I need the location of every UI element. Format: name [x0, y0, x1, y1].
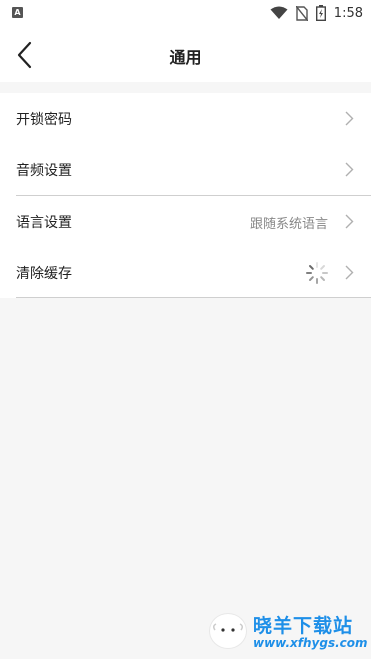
notification-a-icon: A	[12, 7, 23, 18]
watermark-title: 晓羊下载站	[253, 615, 354, 637]
settings-group-1: 开锁密码 音频设置	[0, 93, 371, 196]
sheep-mascot-icon	[209, 613, 247, 649]
unlock-password-label: 开锁密码	[16, 112, 72, 128]
status-bar: A 1:58	[0, 0, 371, 26]
language-settings-row[interactable]: 语言设置 跟随系统语言	[0, 196, 371, 247]
chevron-right-icon	[345, 214, 354, 229]
language-settings-label: 语言设置	[16, 215, 72, 231]
watermark: 晓羊下载站 www.xfhygs.com	[207, 611, 368, 651]
chevron-right-icon	[345, 111, 354, 126]
audio-settings-label: 音频设置	[16, 163, 72, 179]
no-sim-icon	[295, 5, 308, 21]
clear-cache-row[interactable]: 清除缓存	[0, 247, 371, 298]
loading-spinner-icon	[306, 262, 328, 284]
chevron-right-icon	[345, 162, 354, 177]
divider	[16, 297, 371, 298]
unlock-password-row[interactable]: 开锁密码	[0, 93, 371, 144]
watermark-url: www.xfhygs.com	[253, 636, 368, 650]
status-time: 1:58	[333, 5, 363, 21]
audio-settings-row[interactable]: 音频设置	[0, 144, 371, 195]
wifi-icon	[270, 6, 288, 20]
chevron-right-icon	[345, 265, 354, 280]
page-title: 通用	[169, 48, 202, 67]
settings-group-2: 语言设置 跟随系统语言 清除缓存	[0, 196, 371, 298]
header: 通用	[0, 26, 371, 82]
battery-charging-icon	[315, 5, 326, 21]
language-settings-value: 跟随系统语言	[249, 217, 328, 232]
status-icons: 1:58	[270, 3, 363, 23]
clear-cache-label: 清除缓存	[16, 266, 72, 282]
